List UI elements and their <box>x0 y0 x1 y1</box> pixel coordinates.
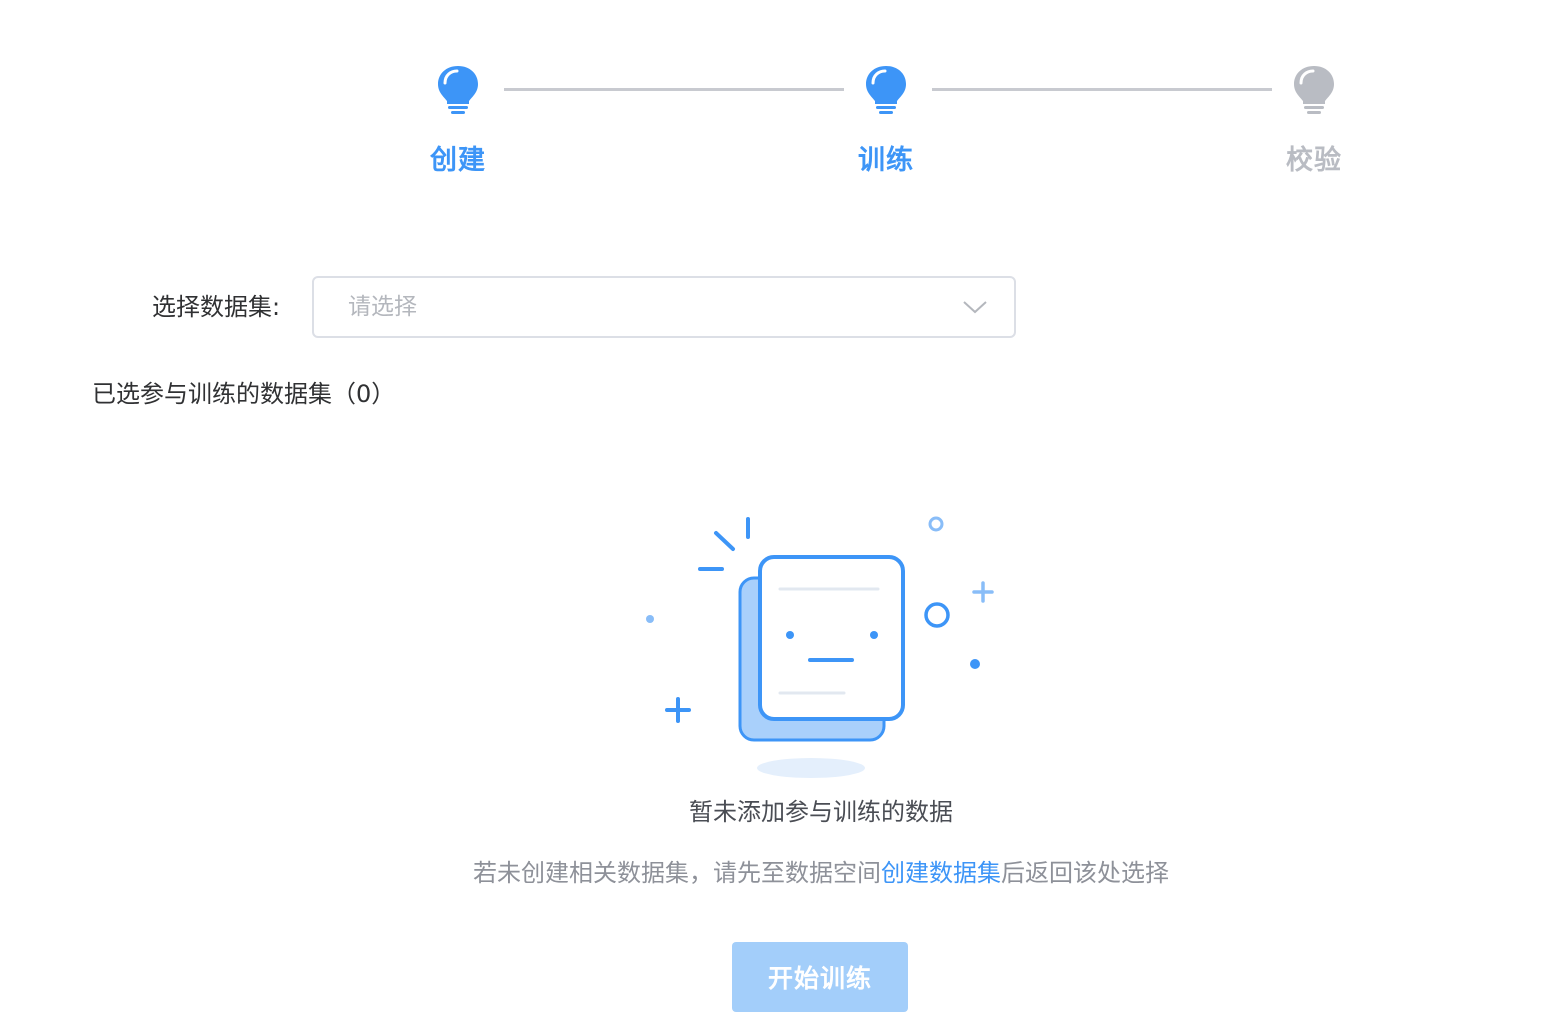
dataset-select-placeholder: 请选择 <box>348 294 417 320</box>
create-dataset-link[interactable]: 创建数据集 <box>881 859 1001 887</box>
step-connector <box>504 88 844 91</box>
chevron-down-icon <box>963 301 987 314</box>
step-label: 训练 <box>858 145 914 176</box>
dataset-select-label: 选择数据集: <box>152 293 281 321</box>
step-validate[interactable]: 校验 <box>1254 64 1374 178</box>
selected-datasets-title: 已选参与训练的数据集（0） <box>92 380 396 408</box>
empty-state-hint: 若未创建相关数据集，请先至数据空间创建数据集后返回该处选择 <box>0 855 1552 891</box>
empty-state-illustration <box>646 516 994 778</box>
empty-hint-before: 若未创建相关数据集，请先至数据空间 <box>473 859 881 887</box>
step-connector <box>932 88 1272 91</box>
lightbulb-icon <box>438 66 478 114</box>
empty-state-title: 暂未添加参与训练的数据 <box>689 798 953 826</box>
step-train[interactable]: 训练 <box>826 64 946 178</box>
step-label: 创建 <box>430 145 486 176</box>
step-label: 校验 <box>1286 145 1342 176</box>
lightbulb-icon <box>866 66 906 114</box>
step-create[interactable]: 创建 <box>398 64 518 178</box>
dataset-form-row: 选择数据集: 请选择 <box>0 276 1552 338</box>
step-progress: 创建 训练 校验 <box>0 0 1552 200</box>
empty-hint-after: 后返回该处选择 <box>1001 859 1169 887</box>
start-training-button[interactable]: 开始训练 <box>732 942 908 1012</box>
lightbulb-icon <box>1294 66 1334 114</box>
train-page: 创建 训练 校验 选择数据集: 请选择 已选参与训练的数据集（0） 暂未添加参与… <box>0 0 1552 1034</box>
dataset-select[interactable]: 请选择 <box>312 276 1016 338</box>
